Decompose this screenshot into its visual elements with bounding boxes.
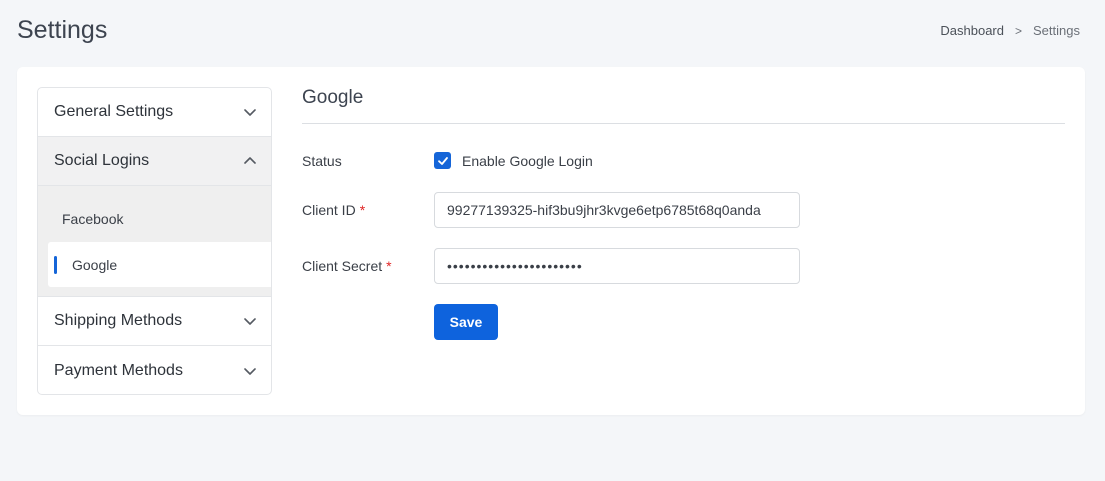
chevron-down-icon [244,318,256,325]
enable-google-login-checkbox[interactable] [434,152,451,169]
breadcrumb: Dashboard > Settings [940,23,1080,38]
submenu-item-facebook[interactable]: Facebook [48,196,271,241]
submenu-item-label: Facebook [62,210,124,227]
chevron-up-icon [244,157,256,164]
client-id-label: Client ID * [302,202,366,218]
client-secret-label: Client Secret * [302,258,392,274]
social-logins-submenu: Facebook Google [38,186,271,297]
client-id-row: Client ID * [302,192,800,228]
client-secret-input[interactable] [434,248,800,284]
status-label: Status [302,152,342,169]
settings-card: General Settings Social Logins Facebook … [17,67,1085,415]
active-indicator [54,256,57,274]
breadcrumb-separator-icon: > [1015,23,1023,38]
save-button[interactable]: Save [434,304,498,340]
menu-item-label: Social Logins [54,152,150,169]
page-header: Settings Dashboard > Settings [0,0,1105,67]
menu-item-payment-methods[interactable]: Payment Methods [38,346,271,394]
chevron-down-icon [244,109,256,116]
menu-item-social-logins[interactable]: Social Logins [38,137,271,186]
menu-item-label: General Settings [54,103,174,120]
google-settings-form: Google Status Enable Google Login Client… [302,87,1065,340]
menu-item-label: Shipping Methods [54,312,183,329]
enable-google-login-label[interactable]: Enable Google Login [462,153,593,169]
menu-item-label: Payment Methods [54,361,183,379]
breadcrumb-dashboard-link[interactable]: Dashboard [940,23,1004,38]
chevron-down-icon [244,367,256,375]
menu-item-general-settings[interactable]: General Settings [38,88,271,137]
menu-item-shipping-methods[interactable]: Shipping Methods [38,297,271,346]
submenu-item-google[interactable]: Google [48,242,271,287]
client-id-input[interactable] [434,192,800,228]
breadcrumb-current: Settings [1033,23,1080,38]
client-secret-row: Client Secret * [302,248,800,284]
submenu-item-label: Google [72,256,118,273]
required-mark: * [386,258,392,274]
checkmark-icon [437,156,448,165]
status-row: Status Enable Google Login [302,152,593,169]
required-mark: * [359,202,366,218]
section-title: Google [302,87,1065,124]
page-title: Settings [17,16,108,44]
settings-menu: General Settings Social Logins Facebook … [37,87,272,395]
